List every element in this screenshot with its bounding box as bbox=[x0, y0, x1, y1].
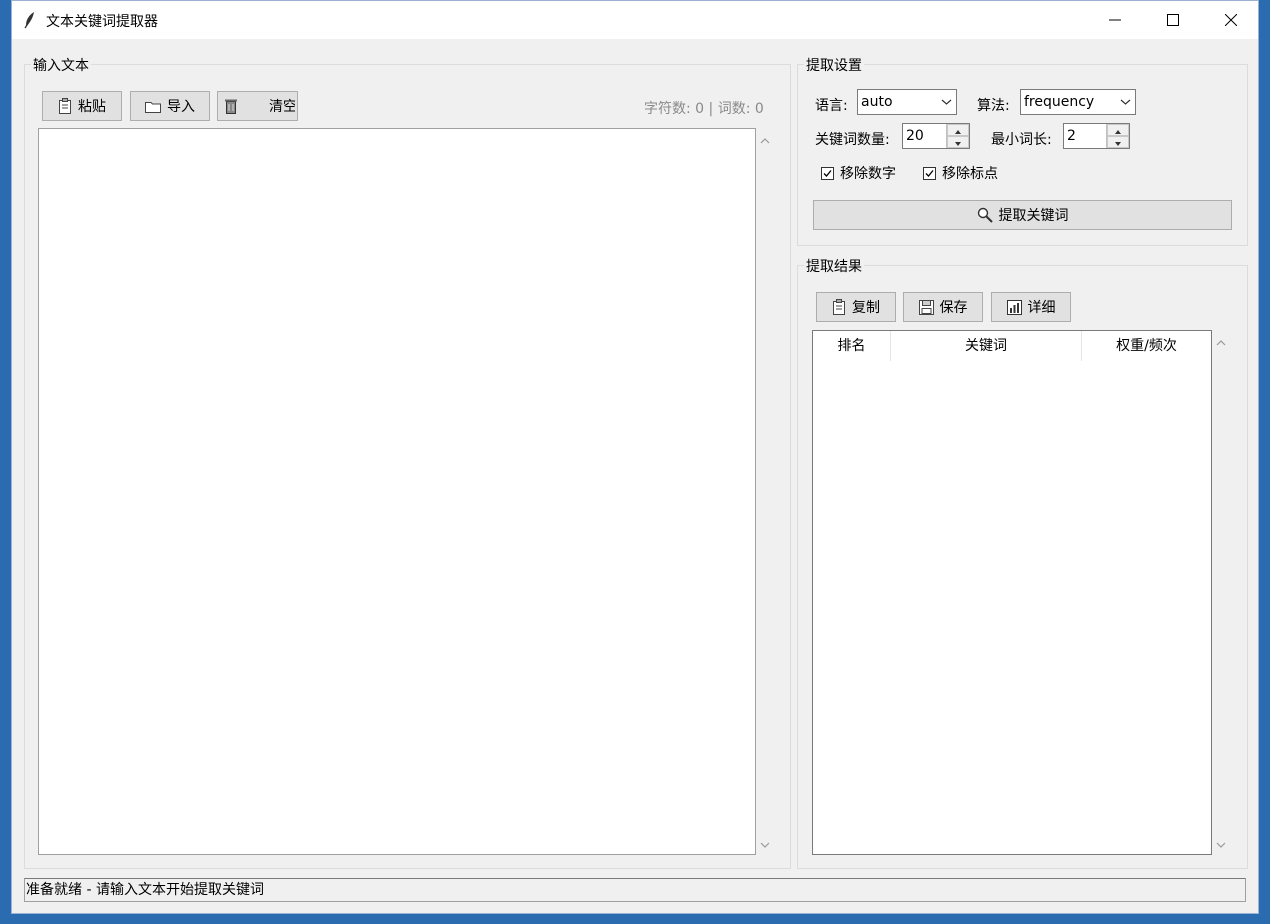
column-header-rank[interactable]: 排名 bbox=[813, 331, 891, 361]
checkmark-icon bbox=[823, 169, 832, 177]
remove-numbers-box[interactable] bbox=[821, 166, 834, 180]
language-value: auto bbox=[861, 94, 893, 110]
paste-button-label: 粘贴 bbox=[78, 99, 106, 115]
keyword-count-arrows bbox=[946, 124, 969, 148]
clear-button[interactable]: 清空 bbox=[217, 91, 298, 121]
keyword-count-value: 20 bbox=[906, 128, 924, 144]
close-icon bbox=[1225, 14, 1237, 26]
results-group-title: 提取结果 bbox=[804, 256, 864, 276]
remove-punct-label: 移除标点 bbox=[942, 166, 998, 182]
floppy-disk-icon bbox=[918, 299, 934, 315]
input-textarea[interactable] bbox=[38, 128, 756, 855]
folder-icon bbox=[145, 101, 161, 113]
caret-down-icon bbox=[1115, 142, 1121, 146]
maximize-button[interactable] bbox=[1144, 1, 1202, 39]
bar-chart-icon bbox=[1006, 299, 1022, 315]
remove-punct-checkbox[interactable]: 移除标点 bbox=[923, 163, 998, 183]
scroll-down-icon[interactable] bbox=[759, 839, 771, 851]
scroll-up-icon[interactable] bbox=[1215, 337, 1227, 349]
spin-up-button[interactable] bbox=[947, 124, 969, 136]
import-button[interactable]: 导入 bbox=[130, 91, 210, 121]
detail-button[interactable]: 详细 bbox=[991, 292, 1071, 322]
keyword-count-label: 关键词数量: bbox=[815, 132, 890, 148]
minimize-button[interactable] bbox=[1086, 1, 1144, 39]
extract-keywords-label: 提取关键词 bbox=[998, 208, 1069, 224]
caret-down-icon bbox=[955, 142, 961, 146]
extract-keywords-button[interactable]: 提取关键词 bbox=[813, 200, 1232, 230]
algorithm-select[interactable]: frequency bbox=[1020, 89, 1136, 115]
column-header-keyword[interactable]: 关键词 bbox=[891, 331, 1082, 361]
column-header-weight[interactable]: 权重/频次 bbox=[1082, 331, 1211, 361]
spin-down-button[interactable] bbox=[947, 136, 969, 148]
close-button[interactable] bbox=[1202, 1, 1260, 39]
detail-button-label: 详细 bbox=[1027, 300, 1056, 316]
chevron-down-icon bbox=[1120, 99, 1131, 105]
chevron-down-icon bbox=[941, 99, 952, 105]
title-bar: 文本关键词提取器 bbox=[12, 1, 1258, 39]
checkmark-icon bbox=[925, 169, 934, 177]
min-length-spinbox[interactable]: 2 bbox=[1063, 123, 1130, 149]
feather-icon bbox=[24, 12, 34, 29]
input-scrollbar[interactable] bbox=[757, 129, 774, 855]
scroll-up-icon[interactable] bbox=[759, 135, 771, 147]
language-select[interactable]: auto bbox=[857, 89, 957, 115]
copy-button-label: 复制 bbox=[852, 300, 880, 316]
minimize-icon bbox=[1109, 19, 1121, 21]
window-title: 文本关键词提取器 bbox=[46, 14, 158, 30]
remove-numbers-label: 移除数字 bbox=[840, 166, 896, 182]
search-icon bbox=[977, 207, 993, 223]
spin-up-button[interactable] bbox=[1107, 124, 1129, 136]
status-bar: 准备就绪 - 请输入文本开始提取关键词 bbox=[24, 878, 1246, 902]
results-scrollbar[interactable] bbox=[1213, 331, 1230, 855]
copy-button[interactable]: 复制 bbox=[816, 292, 896, 322]
language-label: 语言: bbox=[815, 98, 848, 114]
algorithm-label: 算法: bbox=[977, 98, 1010, 114]
save-button-label: 保存 bbox=[939, 300, 968, 316]
clipboard-icon bbox=[833, 299, 845, 315]
text-stats: 字符数: 0 | 词数: 0 bbox=[644, 101, 764, 117]
results-table[interactable]: 排名 关键词 权重/频次 bbox=[812, 330, 1212, 855]
scroll-down-icon[interactable] bbox=[1215, 839, 1227, 851]
min-length-arrows bbox=[1106, 124, 1129, 148]
min-length-value: 2 bbox=[1067, 128, 1076, 144]
clear-button-label: 清空 bbox=[269, 99, 295, 115]
algorithm-value: frequency bbox=[1024, 94, 1095, 110]
paste-button[interactable]: 粘贴 bbox=[42, 91, 122, 121]
maximize-icon bbox=[1167, 14, 1179, 26]
spin-down-button[interactable] bbox=[1107, 136, 1129, 148]
import-button-label: 导入 bbox=[167, 99, 195, 115]
input-text-group-title: 输入文本 bbox=[31, 55, 91, 75]
save-button[interactable]: 保存 bbox=[903, 292, 983, 322]
min-length-label: 最小词长: bbox=[991, 132, 1052, 148]
remove-numbers-checkbox[interactable]: 移除数字 bbox=[821, 163, 896, 183]
app-window: 文本关键词提取器 输入文本 粘贴 导入 清空 字符数: 0 | 词数: 0 提取… bbox=[11, 0, 1259, 914]
clipboard-icon bbox=[59, 98, 71, 114]
settings-group-title: 提取设置 bbox=[804, 55, 864, 75]
remove-punct-box[interactable] bbox=[923, 166, 936, 180]
trash-icon bbox=[225, 99, 237, 114]
keyword-count-spinbox[interactable]: 20 bbox=[902, 123, 970, 149]
